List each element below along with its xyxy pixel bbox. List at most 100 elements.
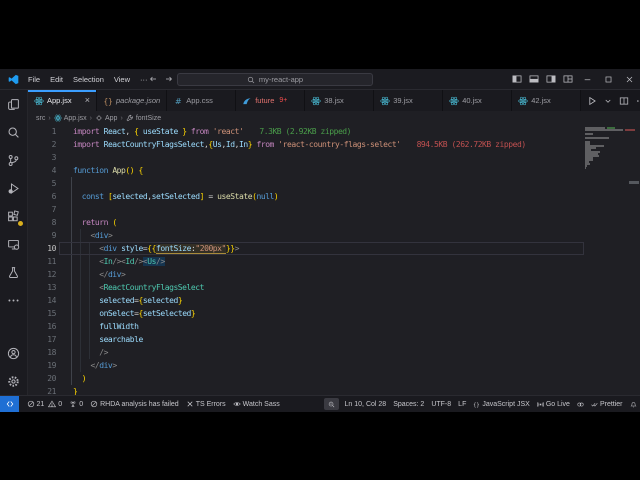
code-line-7[interactable]: 7: [28, 203, 640, 216]
status-item[interactable]: 0: [66, 396, 87, 412]
line-number: 16: [28, 320, 56, 333]
code-line-14[interactable]: 14 selected={selected}: [28, 294, 640, 307]
tab-40-jsx[interactable]: 40.jsx: [443, 90, 512, 111]
split-editor[interactable]: [619, 96, 629, 106]
command-center-search[interactable]: my-react-app: [177, 73, 373, 86]
tab-package-json[interactable]: {}package.json: [97, 90, 167, 111]
breadcrumb-item-fontsize[interactable]: fontSize: [126, 114, 161, 122]
status-item[interactable]: Watch Sass: [229, 396, 283, 412]
back-icon[interactable]: [149, 75, 157, 83]
code-text: <div>: [56, 229, 112, 242]
more-actions[interactable]: [636, 96, 640, 106]
status-label: LF: [458, 401, 466, 408]
editor-group: App.jsx×{}package.json#App.cssfuture9+38…: [28, 90, 640, 395]
problems-status[interactable]: 210: [23, 396, 66, 412]
code-line-8[interactable]: 8 return (: [28, 216, 640, 229]
tab-App-jsx[interactable]: App.jsx ×: [28, 90, 97, 111]
activity-more-icon[interactable]: [0, 286, 27, 314]
code-line-4[interactable]: 4function App() {: [28, 164, 640, 177]
line-number: 17: [28, 333, 56, 346]
toggle-panel-left[interactable]: [512, 74, 522, 84]
status-item[interactable]: [626, 396, 640, 412]
breadcrumb-item-appjsx[interactable]: App.jsx: [54, 114, 87, 122]
run-dropdown[interactable]: [604, 97, 612, 105]
code-line-18[interactable]: 18 />: [28, 346, 640, 359]
activity-remote-explorer-icon[interactable]: [0, 230, 27, 258]
activity-search-icon[interactable]: [0, 118, 27, 146]
activity-run-debug-icon[interactable]: [0, 174, 27, 202]
tab-38-jsx[interactable]: 38.jsx: [305, 90, 374, 111]
react-icon: [311, 96, 321, 106]
tab-App-css[interactable]: #App.css: [167, 90, 236, 111]
status-item[interactable]: [573, 396, 587, 412]
code-line-16[interactable]: 16 fullWidth: [28, 320, 640, 333]
activity-settings-gear-icon[interactable]: [0, 367, 27, 395]
code-editor[interactable]: 1import React, { useState } from 'react'…: [28, 125, 640, 395]
react-icon: [54, 114, 62, 122]
breadcrumb-item-src[interactable]: src: [36, 115, 45, 122]
menu-edit[interactable]: Edit: [45, 75, 68, 84]
code-line-3[interactable]: 3: [28, 151, 640, 164]
code-line-10[interactable]: 10 <div style={{fontSize:"200px"}}>: [28, 242, 640, 255]
activity-extensions-icon[interactable]: [0, 202, 27, 230]
toggle-panel-right[interactable]: [546, 74, 556, 84]
line-number: 1: [28, 125, 56, 138]
status-item[interactable]: Go Live: [533, 396, 573, 412]
code-line-21[interactable]: 21}: [28, 385, 640, 395]
code-line-17[interactable]: 17 searchable: [28, 333, 640, 346]
menu-view[interactable]: View: [109, 75, 135, 84]
customize-layout[interactable]: [563, 74, 573, 84]
menu-file[interactable]: File: [23, 75, 45, 84]
run-file[interactable]: [587, 96, 597, 106]
maximize-button[interactable]: [598, 69, 619, 90]
json-icon: {}: [103, 96, 113, 106]
status-item[interactable]: UTF-8: [428, 396, 455, 412]
code-line-12[interactable]: 12 </div>: [28, 268, 640, 281]
toggle-panel-bottom[interactable]: [529, 74, 539, 84]
tab-42-jsx[interactable]: 42.jsx: [512, 90, 581, 111]
close-button[interactable]: [619, 69, 640, 90]
tab-39-jsx[interactable]: 39.jsx: [374, 90, 443, 111]
code-line-6[interactable]: 6 const [selected,setSelected] = useStat…: [28, 190, 640, 203]
forward-icon[interactable]: [165, 75, 173, 83]
code-line-13[interactable]: 13 <ReactCountryFlagsSelect: [28, 281, 640, 294]
broadcast-icon: [537, 401, 544, 408]
status-item[interactable]: LF: [455, 396, 470, 412]
remote-indicator[interactable]: [0, 396, 19, 412]
close-tab-icon[interactable]: ×: [85, 96, 90, 105]
status-item[interactable]: Ln 10, Col 28: [341, 396, 390, 412]
react-icon: [34, 96, 44, 106]
status-label: JavaScript JSX: [482, 401, 529, 408]
code-line-11[interactable]: 11 <In/><Id/><Us/>: [28, 255, 640, 268]
activity-account-icon[interactable]: [0, 339, 27, 367]
code-line-20[interactable]: 20 ): [28, 372, 640, 385]
minimap-line: [585, 129, 623, 131]
status-label: Spaces: 2: [393, 401, 424, 408]
activity-files-icon[interactable]: [0, 90, 27, 118]
activity-testing-icon[interactable]: [0, 258, 27, 286]
code-line-9[interactable]: 9 <div>: [28, 229, 640, 242]
close-icon: [186, 400, 194, 408]
code-line-15[interactable]: 15 onSelect={setSelected}: [28, 307, 640, 320]
status-item[interactable]: Prettier: [587, 396, 626, 412]
status-item[interactable]: Spaces: 2: [390, 396, 428, 412]
activity-source-control-icon[interactable]: [0, 146, 27, 174]
code-line-1[interactable]: 1import React, { useState } from 'react'…: [28, 125, 640, 138]
tab-future[interactable]: future9+: [236, 90, 305, 111]
status-item[interactable]: {}JavaScript JSX: [470, 396, 533, 412]
breadcrumb-label: App: [105, 115, 117, 122]
menu-selection[interactable]: Selection: [68, 75, 109, 84]
status-item[interactable]: TS Errors: [182, 396, 229, 412]
code-line-19[interactable]: 19 </div>: [28, 359, 640, 372]
status-item[interactable]: RHDA analysis has failed: [87, 396, 183, 412]
line-number: 2: [28, 138, 56, 151]
code-line-2[interactable]: 2import ReactCountryFlagsSelect,{Us,Id,I…: [28, 138, 640, 151]
status-item[interactable]: [324, 398, 339, 410]
breadcrumb-item-app[interactable]: App: [95, 114, 117, 122]
code-line-5[interactable]: 5: [28, 177, 640, 190]
minimize-button[interactable]: [577, 69, 598, 90]
minimap[interactable]: [585, 127, 629, 393]
line-number: 3: [28, 151, 56, 164]
tab-label: App.jsx: [47, 96, 72, 105]
symbol-class-icon: [95, 114, 103, 122]
